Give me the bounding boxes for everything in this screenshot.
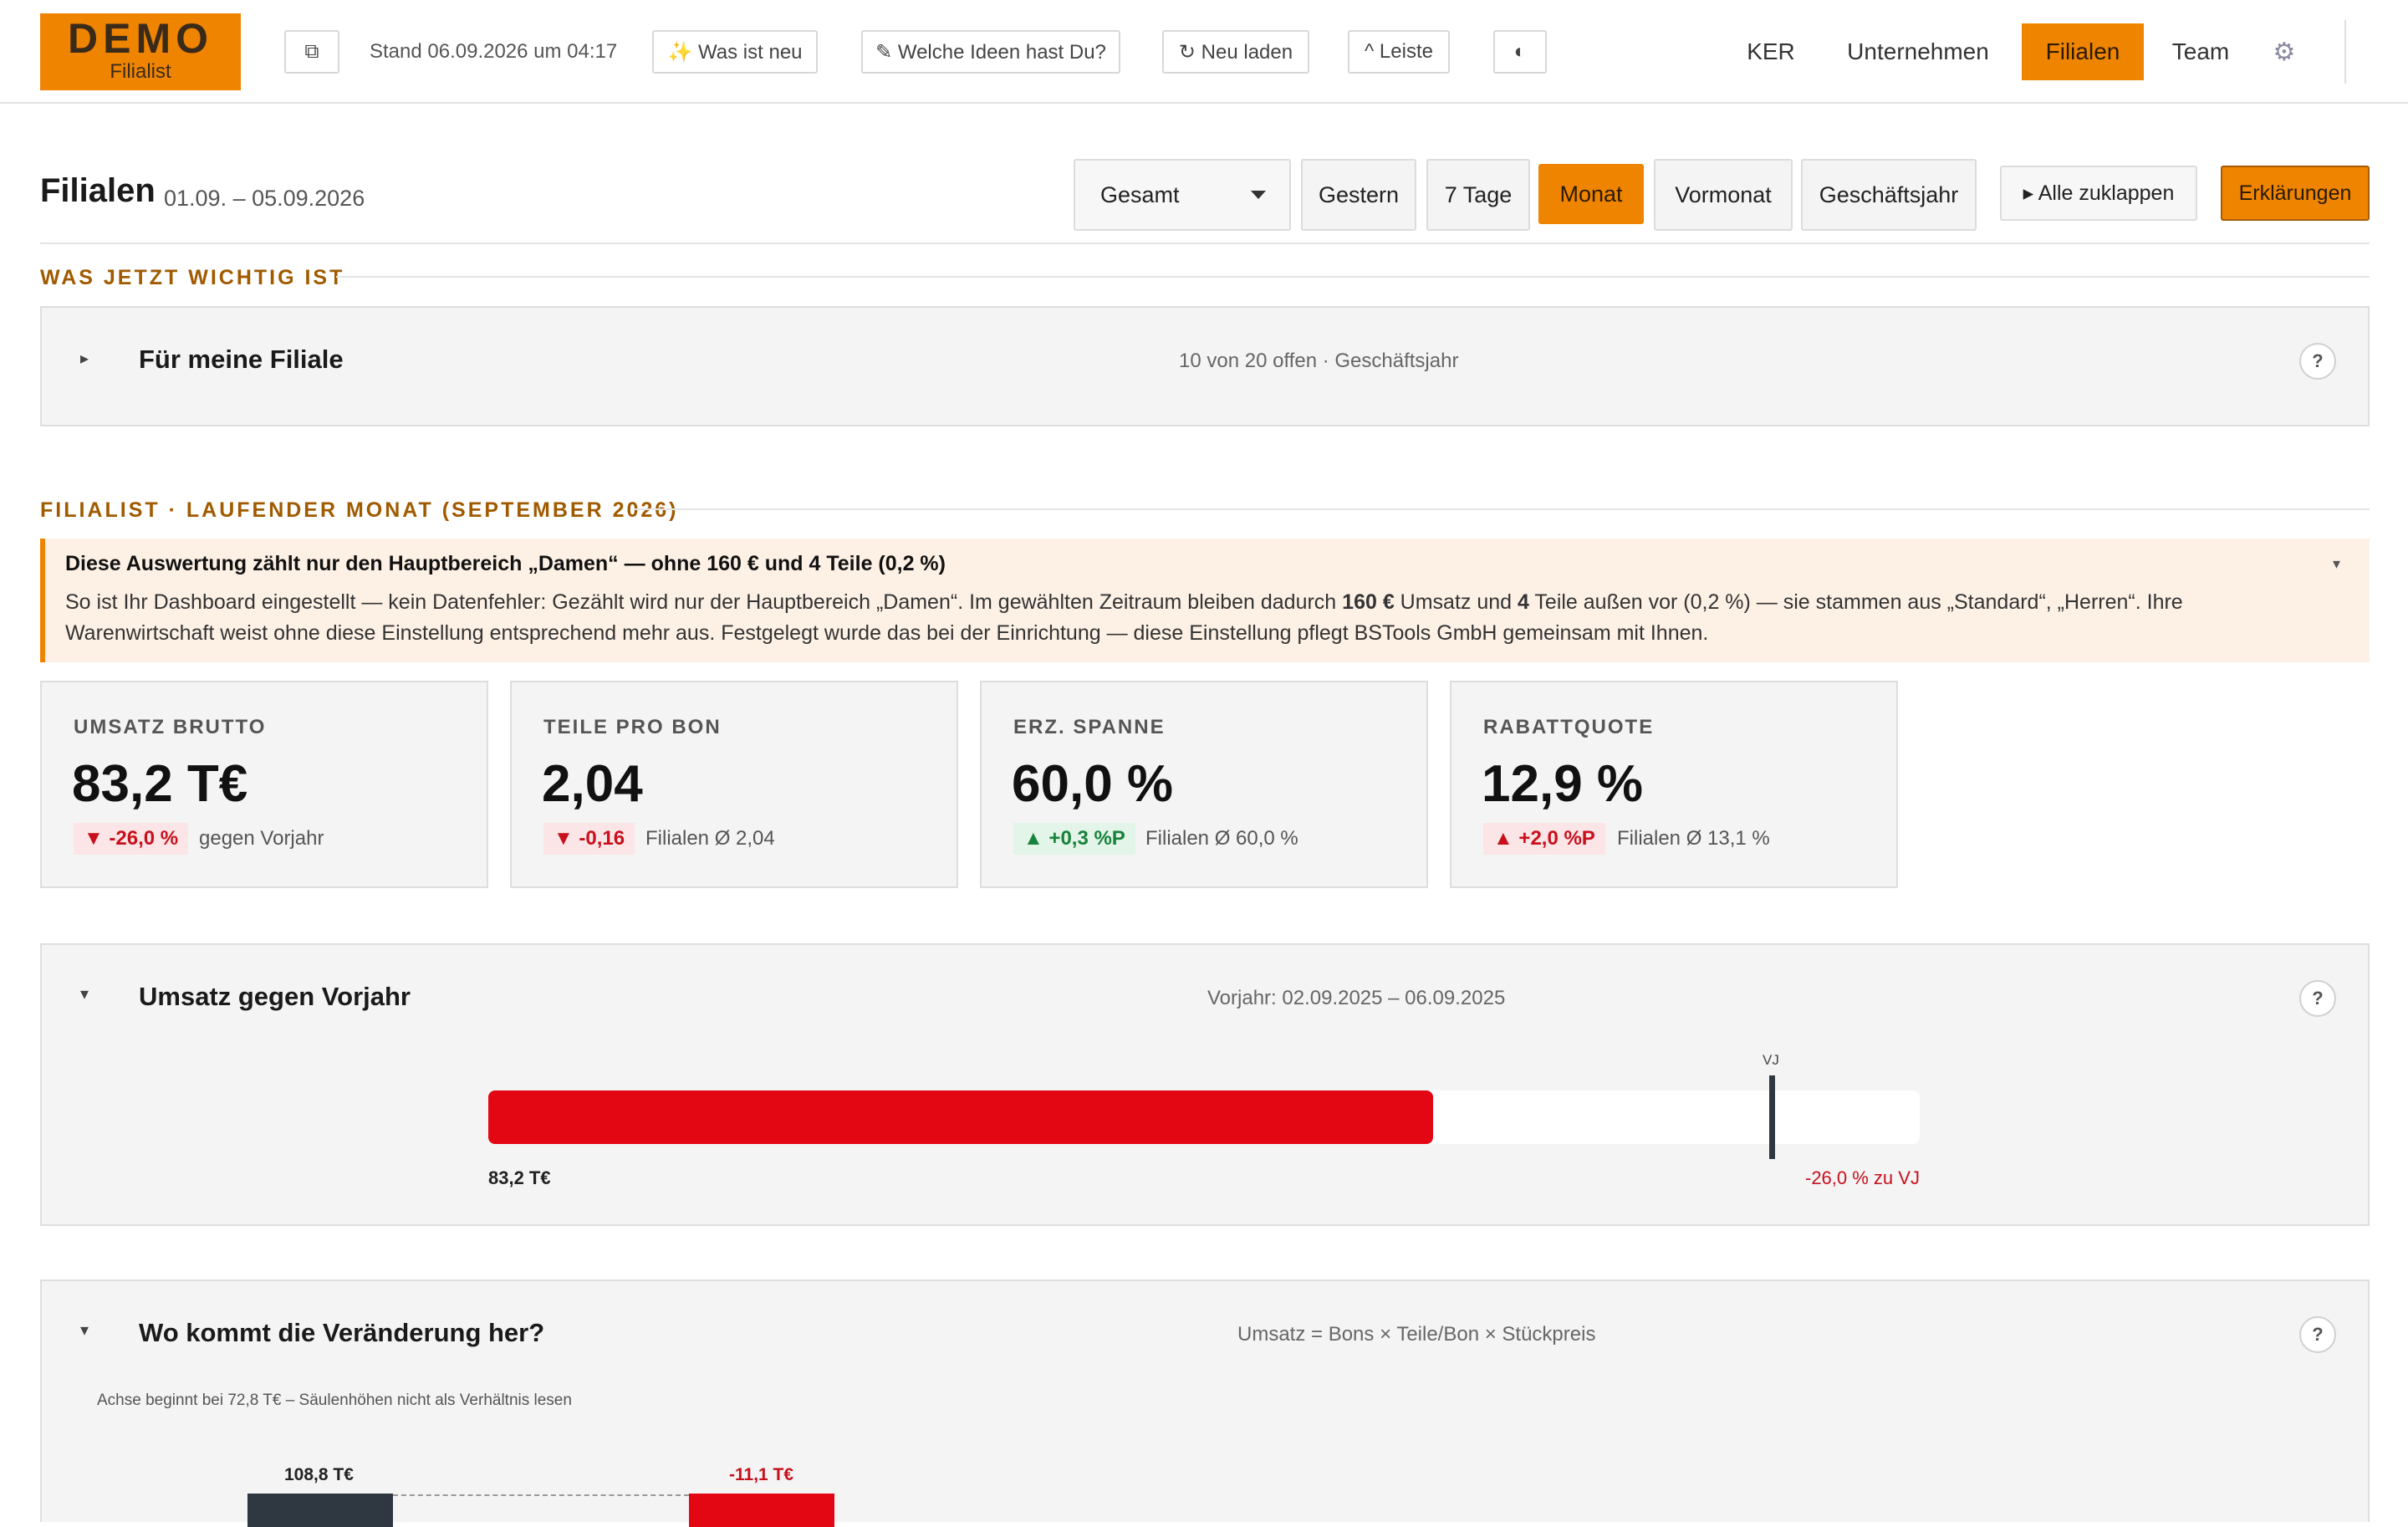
chevron-down-icon <box>1251 191 1266 199</box>
expand-icon[interactable]: ▸ <box>80 348 89 369</box>
collapse-icon[interactable]: ▾ <box>80 983 89 1004</box>
panel-meta: Vorjahr: 02.09.2025 – 06.09.2025 <box>1207 987 1506 1009</box>
explanations-button[interactable]: Erklärungen <box>2221 166 2370 221</box>
notice-amount: 160 € <box>1342 590 1395 614</box>
waterfall-bar-base <box>247 1494 393 1527</box>
panel-meta: Umsatz = Bons × Teile/Bon × Stückpreis <box>1237 1323 1596 1346</box>
period-gestern[interactable]: Gestern <box>1301 159 1416 231</box>
collapse-all-button[interactable]: ▸ Alle zuklappen <box>2000 166 2197 221</box>
kpi-label: RABATTQUOTE <box>1483 716 1655 738</box>
data-timestamp: Stand 06.09.2026 um 04:17 <box>370 40 618 63</box>
waterfall-bar-delta <box>689 1494 834 1527</box>
kpi-value: 12,9 % <box>1482 755 1644 813</box>
period-7-tage[interactable]: 7 Tage <box>1426 159 1530 231</box>
whats-new-button[interactable]: ✨ Was ist neu <box>652 30 818 74</box>
kpi-label: TEILE PRO BON <box>543 716 722 738</box>
nav-team[interactable]: Team <box>2161 23 2241 80</box>
notice-text: So ist Ihr Dashboard eingestellt — kein … <box>65 590 1343 614</box>
ideas-button[interactable]: ✎ Welche Ideen hast Du? <box>861 30 1120 74</box>
scope-select-value: Gesamt <box>1100 181 1180 207</box>
nav-divider <box>2344 20 2346 84</box>
panel-title[interactable]: Für meine Filiale <box>139 345 344 375</box>
waterfall-label: 108,8 T€ <box>284 1465 354 1484</box>
bullet-bar-value: 83,2 T€ <box>488 1167 551 1188</box>
axis-note: Achse beginnt bei 72,8 T€ – Säulenhöhen … <box>97 1392 572 1409</box>
bullet-bar-delta: -26,0 % zu VJ <box>1805 1167 1920 1188</box>
date-range: 01.09. – 05.09.2026 <box>164 186 365 211</box>
sidebar-toggle-button[interactable]: ^ Leiste <box>1348 30 1450 74</box>
panel-title[interactable]: Wo kommt die Veränderung her? <box>139 1318 544 1348</box>
kpi-value: 83,2 T€ <box>72 755 248 813</box>
collapse-icon[interactable]: ▾ <box>80 1320 89 1341</box>
kpi-value: 2,04 <box>542 755 643 813</box>
help-button[interactable]: ? <box>2299 343 2336 380</box>
bullet-bar-current <box>488 1090 1433 1144</box>
section-heading-important: WAS JETZT WICHTIG IST <box>40 265 345 289</box>
panel-title[interactable]: Umsatz gegen Vorjahr <box>139 982 411 1012</box>
ly-marker-label: VJ <box>1763 1052 1779 1068</box>
page-title: Filialen <box>40 172 156 209</box>
copy-icon: ⧉ <box>304 40 319 63</box>
section-rule <box>634 508 2370 510</box>
nav-unternehmen[interactable]: Unternehmen <box>1834 23 2002 80</box>
notice-parts: 4 <box>1518 590 1529 614</box>
kpi-value: 60,0 % <box>1012 755 1174 813</box>
kpi-reference: Filialen Ø 13,1 % <box>1617 827 1770 850</box>
panel-meta: 10 von 20 offen · Geschäftsjahr <box>1179 350 1459 372</box>
waterfall-label: -11,1 T€ <box>729 1465 794 1484</box>
copy-button[interactable]: ⧉ <box>284 30 339 74</box>
period-monat[interactable]: Monat <box>1538 164 1644 224</box>
scope-select[interactable]: Gesamt <box>1074 159 1291 231</box>
nav-filialen[interactable]: Filialen <box>2022 23 2144 80</box>
bullet-bar-ly-marker <box>1769 1075 1775 1159</box>
contrast-icon: ◐ <box>1513 40 1527 63</box>
period-vormonat[interactable]: Vormonat <box>1654 159 1793 231</box>
nav-ker[interactable]: KER <box>1737 23 1804 80</box>
kpi-reference: Filialen Ø 60,0 % <box>1145 827 1298 850</box>
logo-text: DEMO <box>68 15 213 62</box>
kpi-label: ERZ. SPANNE <box>1013 716 1166 738</box>
kpi-card-umsatz: UMSATZ BRUTTO 83,2 T€ ▼ -26,0 % gegen Vo… <box>40 681 488 888</box>
settings-button[interactable]: ⚙ <box>2266 23 2303 80</box>
kpi-reference: Filialen Ø 2,04 <box>645 827 775 850</box>
notice-text: Umsatz und <box>1394 590 1518 614</box>
title-divider <box>40 243 2370 244</box>
kpi-delta: ▼ -0,16 <box>543 823 635 855</box>
kpi-delta: ▲ +2,0 %P <box>1483 823 1605 855</box>
waterfall-connector <box>393 1494 689 1496</box>
kpi-delta: ▲ +0,3 %P <box>1013 823 1135 855</box>
section-heading-month: FILIALIST · LAUFENDER MONAT (SEPTEMBER 2… <box>40 498 679 522</box>
help-button[interactable]: ? <box>2299 1316 2336 1353</box>
period-geschaeftsjahr[interactable]: Geschäftsjahr <box>1801 159 1977 231</box>
reload-button[interactable]: ↻ Neu laden <box>1162 30 1309 74</box>
gear-icon: ⚙ <box>2273 38 2296 66</box>
theme-toggle-button[interactable]: ◐ <box>1493 30 1547 74</box>
notice-body: So ist Ihr Dashboard eingestellt — kein … <box>65 587 2323 649</box>
notice-collapse-icon[interactable]: ▾ <box>2333 555 2340 573</box>
help-button[interactable]: ? <box>2299 980 2336 1017</box>
logo-subtitle: Filialist <box>110 60 171 83</box>
section-rule <box>336 276 2370 278</box>
kpi-label: UMSATZ BRUTTO <box>74 716 267 738</box>
kpi-card-rabattquote: RABATTQUOTE 12,9 % ▲ +2,0 %P Filialen Ø … <box>1450 681 1898 888</box>
logo[interactable]: DEMO Filialist <box>40 13 241 90</box>
kpi-card-spanne: ERZ. SPANNE 60,0 % ▲ +0,3 %P Filialen Ø … <box>980 681 1428 888</box>
notice-headline: Diese Auswertung zählt nur den Hauptbere… <box>65 552 946 575</box>
kpi-reference: gegen Vorjahr <box>199 827 324 850</box>
kpi-card-teile-pro-bon: TEILE PRO BON 2,04 ▼ -0,16 Filialen Ø 2,… <box>510 681 958 888</box>
kpi-delta: ▼ -26,0 % <box>74 823 189 855</box>
